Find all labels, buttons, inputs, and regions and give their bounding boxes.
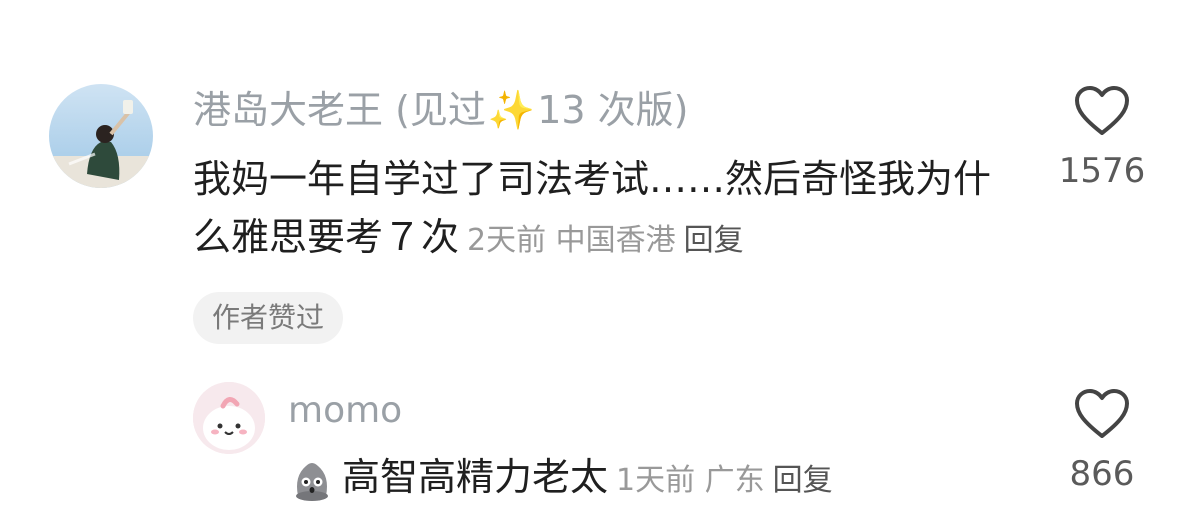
reply-author-avatar[interactable] [193,382,265,454]
reply-text[interactable]: 高智高精力老太 1天前 广东 回复 [288,450,833,508]
comment-author-avatar[interactable] [49,84,153,188]
author-liked-badge: 作者赞过 [193,292,344,344]
comment-meta: 2天前 中国香港 回复 [467,223,744,258]
reply-reply-button[interactable]: 回复 [773,463,833,498]
comment-author-name[interactable]: 港岛大老王 (见过✨13 次版) [193,86,689,134]
comment-thread: 港岛大老王 (见过✨13 次版) 我妈一年自学过了司法考试……然后奇怪我为什么雅… [0,0,1179,511]
reply-time: 1天前 [616,463,696,498]
reply-meta: 1天前 广东 回复 [616,463,833,498]
reply-body: 高智高精力老太 [342,455,609,499]
gray-blob-emoji-icon [288,456,336,504]
heart-outline-icon[interactable] [1058,85,1146,137]
comment-like-button[interactable]: 1576 [1058,85,1146,191]
reply-location: 广东 [704,463,765,498]
author-name-suffix: 13 次版) [537,88,689,132]
reply-button[interactable]: 回复 [684,223,744,258]
comment-location: 中国香港 [555,223,676,258]
comment-time: 2天前 [467,223,547,258]
sparkle-emoji-icon: ✨ [487,88,536,132]
comment-text[interactable]: 我妈一年自学过了司法考试……然后奇怪我为什么雅思要考７次 2天前 中国香港 回复 [193,150,1023,270]
reply-author-name[interactable]: momo [288,388,402,434]
like-count: 866 [1069,454,1135,494]
reply-like-button[interactable]: 866 [1058,388,1146,494]
heart-outline-icon[interactable] [1058,388,1146,440]
author-name-text: 港岛大老王 (见过 [193,88,486,132]
like-count: 1576 [1058,151,1146,191]
